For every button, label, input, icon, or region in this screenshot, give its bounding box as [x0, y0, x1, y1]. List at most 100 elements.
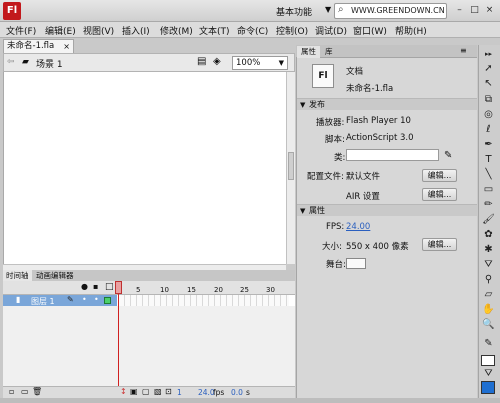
- class-input[interactable]: [346, 149, 439, 161]
- fill-color-swatch[interactable]: [481, 381, 495, 394]
- new-folder-icon[interactable]: ▭: [21, 387, 29, 396]
- edit-symbol-icon[interactable]: ◈: [213, 56, 221, 67]
- pencil-icon[interactable]: ✎: [444, 150, 452, 161]
- stage-canvas[interactable]: [3, 72, 286, 264]
- edit-multiple-icon[interactable]: ▧: [154, 387, 162, 396]
- edit-size-button[interactable]: 编辑...: [422, 238, 457, 251]
- rectangle-tool-icon[interactable]: ▭: [481, 183, 496, 197]
- frame-grid[interactable]: [119, 295, 289, 306]
- outline-icon[interactable]: □: [105, 282, 114, 292]
- scroll-thumb[interactable]: [288, 152, 294, 180]
- edit-scene-icon[interactable]: ▤: [197, 56, 206, 67]
- player-value: Flash Player 10: [346, 116, 411, 126]
- bone-tool-icon[interactable]: ✱: [481, 243, 496, 257]
- publish-section-header[interactable]: ▼ 发布: [297, 98, 477, 110]
- publish-header-label: 发布: [309, 100, 325, 109]
- playhead-handle[interactable]: [115, 281, 122, 294]
- close-button[interactable]: ×: [483, 4, 496, 17]
- workspace-switcher[interactable]: 基本功能: [276, 5, 312, 18]
- frame-rate-unit: fps: [213, 388, 225, 397]
- minimize-button[interactable]: –: [453, 4, 466, 17]
- pencil-tool-icon[interactable]: ✏: [481, 198, 496, 212]
- menu-help[interactable]: 帮助(H): [395, 24, 427, 37]
- menu-view[interactable]: 视图(V): [83, 24, 114, 37]
- menu-insert[interactable]: 插入(I): [122, 24, 150, 37]
- frame-number: 20: [214, 286, 223, 294]
- hand-tool-icon[interactable]: ✋: [481, 303, 496, 317]
- pencil-icon: ✎: [67, 295, 74, 304]
- lasso-tool-icon[interactable]: ℓ: [481, 123, 496, 137]
- paint-bucket-tool-icon[interactable]: ⛛: [481, 258, 496, 272]
- onion-skin-icon[interactable]: ▣: [130, 387, 138, 396]
- center-frame-icon[interactable]: ↕: [120, 387, 127, 396]
- collapse-triangle-icon: ▼: [300, 101, 306, 109]
- onion-outline-icon[interactable]: ▢: [142, 387, 150, 396]
- flash-logo: Fl: [3, 2, 21, 20]
- 3d-rotation-tool-icon[interactable]: ◎: [481, 108, 496, 122]
- deco-tool-icon[interactable]: ✿: [481, 228, 496, 242]
- menu-window[interactable]: 窗口(W): [353, 24, 387, 37]
- scene-label: 场景 1: [36, 60, 63, 70]
- layer-item[interactable]: ▮ 图层 1 ✎ • •: [3, 295, 117, 306]
- search-field[interactable]: ⌕ WWW.GREENDOWN.CN: [334, 3, 447, 19]
- scene-bar: ⇦ ▰ 场景 1 ▤ ◈ 100% ▼: [3, 53, 295, 72]
- chevron-down-icon: ▼: [278, 59, 284, 67]
- stroke-pencil-icon: ✎: [484, 338, 493, 349]
- menu-text[interactable]: 文本(T): [199, 24, 230, 37]
- frame-number: 30: [266, 286, 275, 294]
- pen-tool-icon[interactable]: ✒: [481, 138, 496, 152]
- menu-modify[interactable]: 修改(M): [160, 24, 193, 37]
- search-text: WWW.GREENDOWN.CN: [351, 6, 445, 15]
- menu-commands[interactable]: 命令(C): [237, 24, 268, 37]
- selection-tool-icon[interactable]: ➚: [481, 62, 496, 76]
- script-value: ActionScript 3.0: [346, 133, 414, 143]
- stroke-color-swatch[interactable]: [481, 355, 495, 366]
- eye-icon[interactable]: ●: [81, 282, 88, 291]
- vertical-scrollbar[interactable]: [286, 72, 295, 264]
- markers-icon[interactable]: ⊡: [165, 387, 172, 396]
- eraser-tool-icon[interactable]: ▱: [481, 288, 496, 302]
- document-icon: Fl: [312, 64, 334, 88]
- document-tab-label: 未命名-1.fla: [7, 41, 55, 51]
- fps-value[interactable]: 24.00: [346, 222, 370, 232]
- panel-collapse-icon[interactable]: ▸▸: [481, 47, 496, 61]
- subselection-tool-icon[interactable]: ↖: [481, 77, 496, 91]
- lock-icon[interactable]: ▪: [93, 282, 98, 291]
- line-tool-icon[interactable]: ╲: [481, 168, 496, 182]
- tab-timeline[interactable]: 时间轴: [3, 270, 32, 281]
- tab-properties[interactable]: 属性: [297, 46, 320, 58]
- tab-motion-editor[interactable]: 动画编辑器: [33, 270, 77, 281]
- stage-color-swatch[interactable]: [346, 258, 366, 269]
- zoom-select[interactable]: 100% ▼: [232, 56, 288, 70]
- menu-debug[interactable]: 调试(D): [315, 24, 347, 37]
- menu-edit[interactable]: 编辑(E): [45, 24, 76, 37]
- edit-profile-button[interactable]: 编辑...: [422, 169, 457, 182]
- properties-section-header[interactable]: ▼ 属性: [297, 204, 477, 216]
- dot-icon[interactable]: •: [94, 295, 99, 304]
- maximize-button[interactable]: □: [468, 4, 481, 17]
- trash-icon[interactable]: 🗑: [32, 387, 42, 396]
- edit-air-button[interactable]: 编辑...: [422, 188, 457, 201]
- tab-library[interactable]: 库: [321, 46, 337, 58]
- brush-tool-icon[interactable]: 🖌: [481, 213, 496, 227]
- close-icon[interactable]: ×: [63, 40, 70, 53]
- back-arrow-icon[interactable]: ⇦: [7, 57, 15, 67]
- menu-control[interactable]: 控制(O): [276, 24, 308, 37]
- frame-number: 5: [136, 286, 141, 294]
- zoom-tool-icon[interactable]: 🔍: [481, 318, 496, 332]
- free-transform-tool-icon[interactable]: ⧉: [481, 93, 496, 107]
- dot-icon[interactable]: •: [82, 295, 87, 304]
- search-icon: ⌕: [338, 4, 344, 15]
- chevron-down-icon[interactable]: ▼: [325, 5, 331, 14]
- document-tab[interactable]: 未命名-1.fla ×: [3, 39, 74, 53]
- elapsed-time-unit: s: [246, 388, 250, 397]
- text-tool-icon[interactable]: T: [481, 153, 496, 167]
- panel-menu-icon[interactable]: ≡: [460, 46, 467, 55]
- menu-file[interactable]: 文件(F): [6, 24, 36, 37]
- eyedropper-tool-icon[interactable]: ⚲: [481, 273, 496, 287]
- new-layer-icon[interactable]: ▫: [9, 387, 14, 396]
- profile-value: 默认文件: [346, 172, 381, 182]
- playhead[interactable]: [118, 281, 119, 398]
- layer-color-swatch[interactable]: [104, 297, 111, 304]
- fps-label: FPS:: [326, 222, 345, 232]
